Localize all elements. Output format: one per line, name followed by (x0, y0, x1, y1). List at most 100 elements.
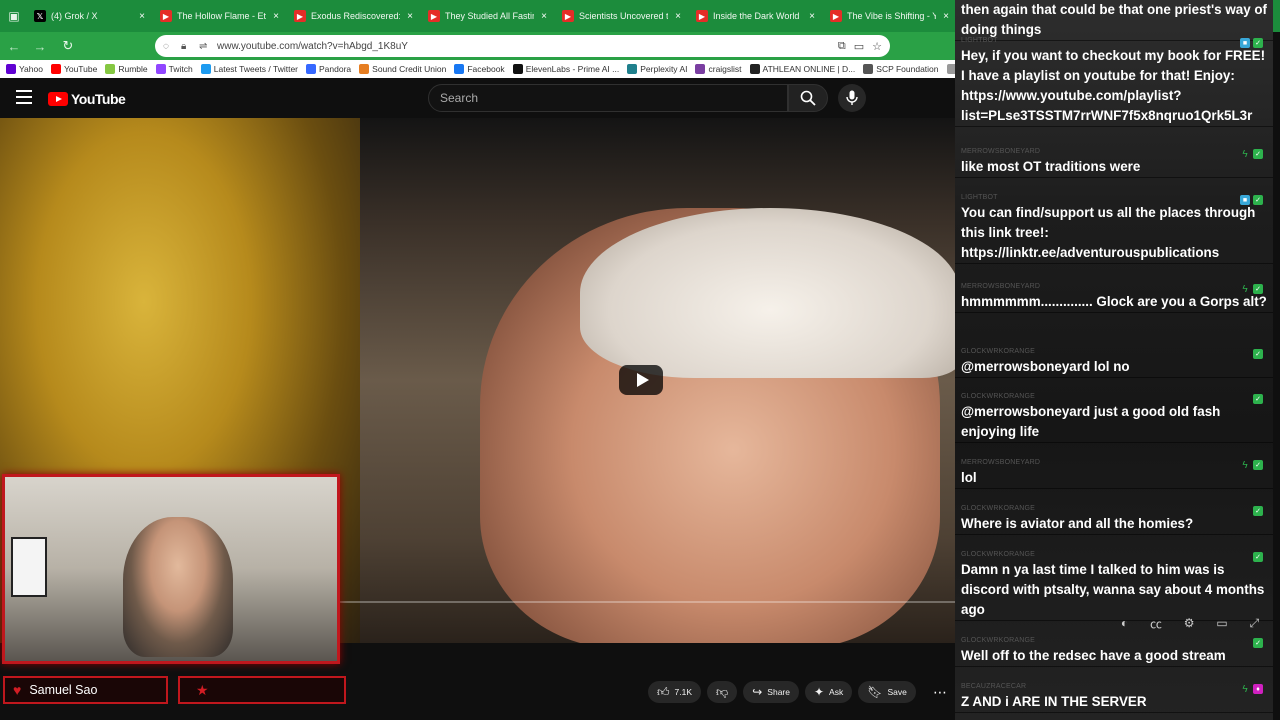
address-url[interactable]: www.youtube.com/watch?v=hAbgd_1K8uY (217, 41, 838, 52)
browser-tab[interactable]: ▶ The Hollow Flame - Ethere × (154, 0, 288, 32)
chat-badges: ϟ ♦ (1240, 684, 1263, 695)
chat-text: Damn n ya last time I talked to him was … (961, 562, 1265, 617)
bookmark-label: Perplexity AI (640, 64, 688, 74)
bookmark-label: ElevenLabs - Prime AI ... (525, 64, 620, 74)
save-button[interactable]: 🔖︎ Save (858, 681, 916, 703)
play-button[interactable] (619, 365, 663, 395)
chat-author[interactable]: MERROWSBONEYARD (961, 458, 1267, 468)
fullscreen-icon[interactable]: ⤢ (1249, 616, 1259, 631)
bookmark-favicon-icon (50, 64, 61, 74)
chat-author[interactable]: MERROWSBONEYARD (961, 282, 1267, 292)
bookmark-item[interactable]: ElevenLabs - Prime AI ... (512, 64, 620, 74)
youtube-header: YouTube Search (0, 78, 955, 118)
settings-gear-icon[interactable]: ⚙ (1184, 616, 1195, 630)
streamer-name: Samuel Sao (29, 683, 98, 697)
tab-close-icon[interactable]: × (270, 11, 282, 22)
bookmark-label: Facebook (467, 64, 505, 74)
chat-badges: ✓ (1253, 552, 1263, 562)
chat-author[interactable]: BECAUZRACECAR (961, 682, 1267, 692)
bookmark-star-icon[interactable]: ☆ (872, 40, 882, 53)
portrait-hair-image (580, 208, 955, 378)
ask-label: Ask (829, 687, 844, 697)
chat-author[interactable]: GLOCKWRKORANGE (961, 504, 1267, 514)
tab-close-icon[interactable]: × (404, 11, 416, 22)
chat-message: LIGHTBOT Hey, if you want to checkout my … (955, 36, 1273, 127)
address-bar[interactable]: ◌ 🔒︎ ⇌ www.youtube.com/watch?v=hAbgd_1K8… (155, 35, 890, 57)
bookmark-favicon-icon (105, 64, 116, 74)
chat-message: GLOCKWRKORANGE Well off to the redsec hav… (955, 636, 1273, 667)
bookmark-label: SCP Foundation (876, 64, 939, 74)
site-settings-icon[interactable]: ⇌ (199, 41, 213, 52)
thumbs-up-icon: 👍︎ (657, 684, 670, 699)
bookmark-icon: 🔖︎ (867, 685, 883, 699)
browser-tab[interactable]: 𝕏 (4) Grok / X × (28, 0, 154, 32)
tab-close-icon[interactable]: × (806, 11, 818, 22)
dislike-button[interactable]: 👎︎ (707, 681, 738, 703)
tab-close-icon[interactable]: × (672, 11, 684, 22)
browser-tab[interactable]: ▶ They Studied All Fasting Le × (422, 0, 556, 32)
chat-message: GLOCKWRKORANGE Where is aviator and all t… (955, 504, 1273, 535)
tab-close-icon[interactable]: × (538, 11, 550, 22)
info-icon[interactable]: ◌ (163, 41, 177, 52)
youtube-logo[interactable]: YouTube (48, 91, 126, 107)
tab-close-icon[interactable]: × (136, 11, 148, 22)
lock-icon[interactable]: 🔒︎ (181, 41, 195, 52)
chat-author[interactable]: MERROWSBONEYARD (961, 147, 1267, 157)
ask-button[interactable]: ✦ Ask (804, 681, 853, 703)
bookmark-item[interactable]: YouTube (50, 64, 97, 74)
chat-message: LIGHTBOT You can find/support us all the … (955, 193, 1273, 264)
back-arrow-icon[interactable]: ← (2, 34, 26, 58)
bookmark-favicon-icon (359, 64, 370, 74)
browser-tab[interactable]: ▶ Exodus Rediscovered: Docu × (288, 0, 422, 32)
bookmark-item[interactable]: Sound Credit Union (359, 64, 446, 74)
chat-author[interactable]: GLOCKWRKORANGE (961, 347, 1267, 357)
youtube-icon: ▶ (696, 10, 708, 22)
chat-badge-icon: ✓ (1253, 38, 1263, 48)
chat-text: hmmmmmm.............. Glock are you a Go… (961, 294, 1267, 309)
tab-search-icon[interactable]: ▣ (0, 0, 28, 32)
chat-author[interactable]: LIGHTBOT (961, 193, 1267, 203)
search-input[interactable]: Search (428, 84, 788, 112)
search-button[interactable] (788, 84, 828, 112)
browser-tab[interactable]: ▶ Scientists Uncovered the # × (556, 0, 690, 32)
browser-tab[interactable]: ▶ Inside the Dark World of th × (690, 0, 824, 32)
bookmark-item[interactable]: ATHLEAN ONLINE | D... (749, 64, 856, 74)
chat-badges: ϟ ✓ (1240, 284, 1263, 295)
menu-icon[interactable] (16, 90, 32, 104)
reload-icon[interactable]: ↻ (56, 34, 80, 58)
more-options-icon[interactable]: ⋯ (930, 681, 950, 703)
theater-mode-icon[interactable]: ▭ (1216, 616, 1227, 630)
chat-author[interactable]: GLOCKWRKORANGE (961, 550, 1267, 560)
chat-badges: ϟ ✓ (1240, 460, 1263, 471)
open-in-app-icon[interactable]: ⧉ (838, 40, 846, 53)
chat-author[interactable]: LIGHTBOT (961, 36, 1267, 46)
bookmark-label: ATHLEAN ONLINE | D... (762, 64, 856, 74)
tab-close-icon[interactable]: × (940, 11, 952, 22)
share-button[interactable]: ↪ Share (743, 681, 799, 703)
bookmark-item[interactable]: Pandora (306, 64, 351, 74)
bookmark-item[interactable]: Yahoo (6, 64, 43, 74)
chat-author[interactable]: GLOCKWRKORANGE (961, 392, 1267, 402)
video-progress-bar[interactable] (340, 601, 955, 603)
bookmark-item[interactable]: SCP Foundation (863, 64, 939, 74)
video-action-bar: 👍︎ 7.1K 👎︎ ↪ Share ✦ Ask 🔖︎ Save (648, 681, 916, 703)
forward-arrow-icon[interactable]: → (28, 34, 52, 58)
bookmark-item[interactable]: Twitch (155, 64, 193, 74)
chat-message: GLOCKWRKORANGE @merrowsboneyard lol no ✓ (955, 347, 1273, 378)
bookmark-item[interactable]: Rumble (105, 64, 148, 74)
like-button[interactable]: 👍︎ 7.1K (648, 681, 702, 703)
bookmark-item[interactable]: From Google (946, 64, 955, 74)
chat-author[interactable]: GLOCKWRKORANGE (961, 636, 1267, 646)
tab-label: Exodus Rediscovered: Docu (311, 11, 400, 21)
bookmark-item[interactable]: craigslist (695, 64, 742, 74)
bookmark-item[interactable]: Facebook (454, 64, 505, 74)
bookmark-item[interactable]: Perplexity AI (627, 64, 687, 74)
browser-tab[interactable]: ▶ The Vibe is Shifting - YouT × (824, 0, 958, 32)
captions-icon[interactable]: ㏄ (1150, 615, 1162, 632)
bookmark-item[interactable]: Latest Tweets / Twitter (200, 64, 298, 74)
autoplay-toggle-icon[interactable]: ◐ (1121, 616, 1128, 630)
chat-message: MERROWSBONEYARD lol ϟ ✓ (955, 458, 1273, 489)
share-icon: ↪ (752, 685, 763, 699)
voice-search-button[interactable] (838, 84, 866, 112)
cast-icon[interactable]: ▭ (854, 40, 864, 53)
